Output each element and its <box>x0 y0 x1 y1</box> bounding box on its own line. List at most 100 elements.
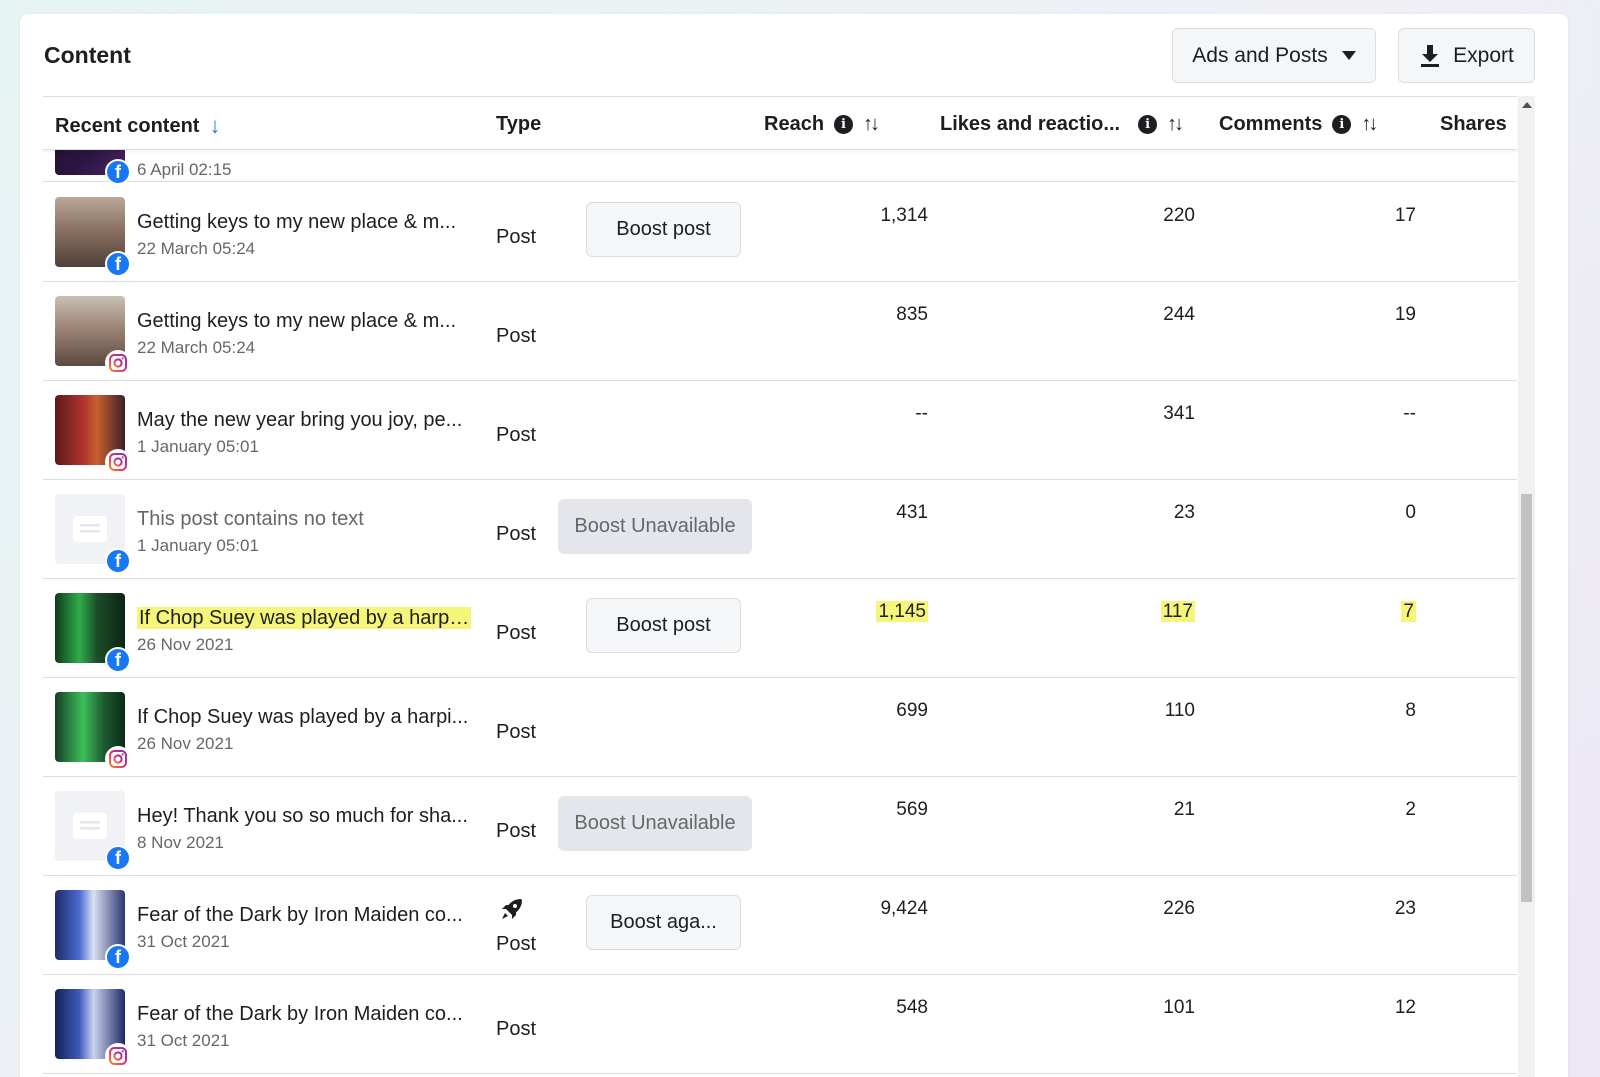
table-row[interactable]: f If Chop Suey was played by a harpi... … <box>43 579 1517 678</box>
likes-value: 226 <box>1163 898 1195 919</box>
reach-value: 699 <box>896 700 928 721</box>
likes-value: 101 <box>1163 997 1195 1018</box>
likes-value: 244 <box>1163 304 1195 325</box>
table-row[interactable]: May the new year bring you joy, pe... 1 … <box>43 381 1517 480</box>
ads-and-posts-label: Ads and Posts <box>1192 43 1328 67</box>
post-date: 22 March 05:24 <box>137 239 256 258</box>
table-header: Recent content ↓ Type Reach i ↑↓ Likes a… <box>43 96 1517 150</box>
post-thumbnail[interactable]: f <box>55 593 131 673</box>
ads-and-posts-dropdown[interactable]: Ads and Posts <box>1172 28 1376 83</box>
boost-unavailable-button: Boost Unavailable <box>558 499 752 554</box>
export-button[interactable]: Export <box>1398 28 1535 83</box>
shares-label: Shares <box>1440 113 1507 135</box>
post-thumbnail[interactable]: f <box>55 494 131 574</box>
comments-value: 23 <box>1394 898 1416 919</box>
facebook-icon: f <box>105 944 131 970</box>
post-thumbnail[interactable] <box>55 296 131 376</box>
download-icon <box>1421 44 1440 67</box>
post-type: Post <box>496 325 537 347</box>
table-row[interactable]: f Hey! Thank you so so much for sha... 8… <box>43 777 1517 876</box>
post-date: 6 April 02:15 <box>137 160 232 179</box>
comments-value: 0 <box>1405 502 1416 523</box>
column-comments[interactable]: Comments i ↑↓ <box>1219 113 1378 136</box>
column-type: Type <box>496 113 541 136</box>
sort-icon[interactable]: ↑↓ <box>863 113 880 136</box>
content-table: f 6 April 02:15 f Getting keys to my new… <box>43 96 1535 1077</box>
comments-value: 2 <box>1405 799 1416 820</box>
post-title[interactable]: Fear of the Dark by Iron Maiden co... <box>137 904 471 927</box>
post-thumbnail[interactable] <box>55 692 131 772</box>
post-date: 26 Nov 2021 <box>137 635 234 654</box>
info-icon[interactable]: i <box>1332 115 1352 134</box>
sort-icon[interactable]: ↑↓ <box>1167 113 1184 136</box>
post-title[interactable]: May the new year bring you joy, pe... <box>137 409 471 432</box>
post-title[interactable]: If Chop Suey was played by a harpi... <box>137 706 471 729</box>
post-thumbnail[interactable]: f <box>55 890 131 970</box>
post-date: 1 January 05:01 <box>137 437 259 456</box>
table-row[interactable]: If Chop Suey was played by a harpi... 26… <box>43 678 1517 777</box>
scroll-up-arrow-icon[interactable] <box>1522 102 1532 108</box>
table-row[interactable]: Getting keys to my new place & m... 22 M… <box>43 282 1517 381</box>
reach-value: 1,145 <box>876 601 928 623</box>
column-reach[interactable]: Reach i ↑↓ <box>764 113 880 136</box>
boost-post-button[interactable]: Boost post <box>586 202 741 257</box>
export-label: Export <box>1453 43 1514 67</box>
comments-value: 8 <box>1405 700 1416 721</box>
post-title[interactable]: This post contains no text <box>137 508 471 531</box>
post-title[interactable]: Getting keys to my new place & m... <box>137 310 471 333</box>
comments-value: 17 <box>1394 205 1416 226</box>
highlighted-comments: 7 <box>1401 601 1416 622</box>
instagram-icon <box>105 1043 131 1069</box>
post-thumbnail[interactable] <box>55 395 131 475</box>
likes-value: 220 <box>1163 205 1195 226</box>
facebook-icon: f <box>105 548 131 574</box>
highlighted-likes: 117 <box>1160 601 1195 622</box>
post-type: Post <box>496 1018 537 1040</box>
content-card: Content Ads and Posts Export f 6 April 0… <box>20 14 1568 1077</box>
sort-descending-icon[interactable]: ↓ <box>209 113 220 139</box>
reach-value: 9,424 <box>880 898 928 919</box>
table-row[interactable]: f Getting keys to my new place & m... 22… <box>43 183 1517 282</box>
comments-label: Comments <box>1219 113 1323 135</box>
post-type: Post <box>496 424 537 446</box>
facebook-icon: f <box>105 251 131 277</box>
post-title[interactable]: Hey! Thank you so so much for sha... <box>137 805 471 828</box>
reach-value: -- <box>915 403 928 424</box>
post-thumbnail[interactable]: f <box>55 197 131 277</box>
scrollbar-thumb[interactable] <box>1521 494 1532 902</box>
post-thumbnail[interactable] <box>55 989 131 1069</box>
reach-value: 569 <box>896 799 928 820</box>
instagram-icon <box>105 449 131 475</box>
boost-post-button[interactable]: Boost post <box>586 598 741 653</box>
comments-value: 19 <box>1394 304 1416 325</box>
post-type: Post <box>496 523 537 545</box>
column-shares[interactable]: Shares <box>1440 113 1507 136</box>
table-row[interactable]: f Fear of the Dark by Iron Maiden co... … <box>43 876 1517 975</box>
table-row[interactable]: Fear of the Dark by Iron Maiden co... 31… <box>43 975 1517 1074</box>
facebook-icon: f <box>105 647 131 673</box>
info-icon[interactable]: i <box>834 115 854 134</box>
info-icon[interactable]: i <box>1138 115 1158 134</box>
post-title[interactable]: If Chop Suey was played by a harpi... <box>137 607 471 630</box>
post-title[interactable]: Fear of the Dark by Iron Maiden co... <box>137 1003 471 1026</box>
post-thumbnail[interactable]: f <box>55 791 131 871</box>
column-likes[interactable]: Likes and reactio... i ↑↓ <box>940 113 1184 136</box>
post-type: Post <box>496 820 537 842</box>
column-recent-content[interactable]: Recent content ↓ <box>55 113 220 139</box>
likes-label: Likes and reactio... <box>940 113 1121 135</box>
rocket-icon <box>502 899 522 919</box>
boost-unavailable-button: Boost Unavailable <box>558 796 752 851</box>
post-type: Post <box>496 226 537 248</box>
comments-value: 7 <box>1401 601 1416 623</box>
table-row[interactable]: f This post contains no text 1 January 0… <box>43 480 1517 579</box>
post-date: 8 Nov 2021 <box>137 833 224 852</box>
caret-down-icon <box>1341 51 1356 60</box>
likes-value: 117 <box>1160 601 1195 623</box>
facebook-icon: f <box>105 845 131 871</box>
highlighted-reach: 1,145 <box>876 601 928 622</box>
post-date: 1 January 05:01 <box>137 536 259 555</box>
boost-again-button[interactable]: Boost aga... <box>586 895 741 950</box>
post-title[interactable]: Getting keys to my new place & m... <box>137 211 471 234</box>
highlighted-title: If Chop Suey was played by a harpi... <box>137 607 471 629</box>
sort-icon[interactable]: ↑↓ <box>1361 113 1378 136</box>
